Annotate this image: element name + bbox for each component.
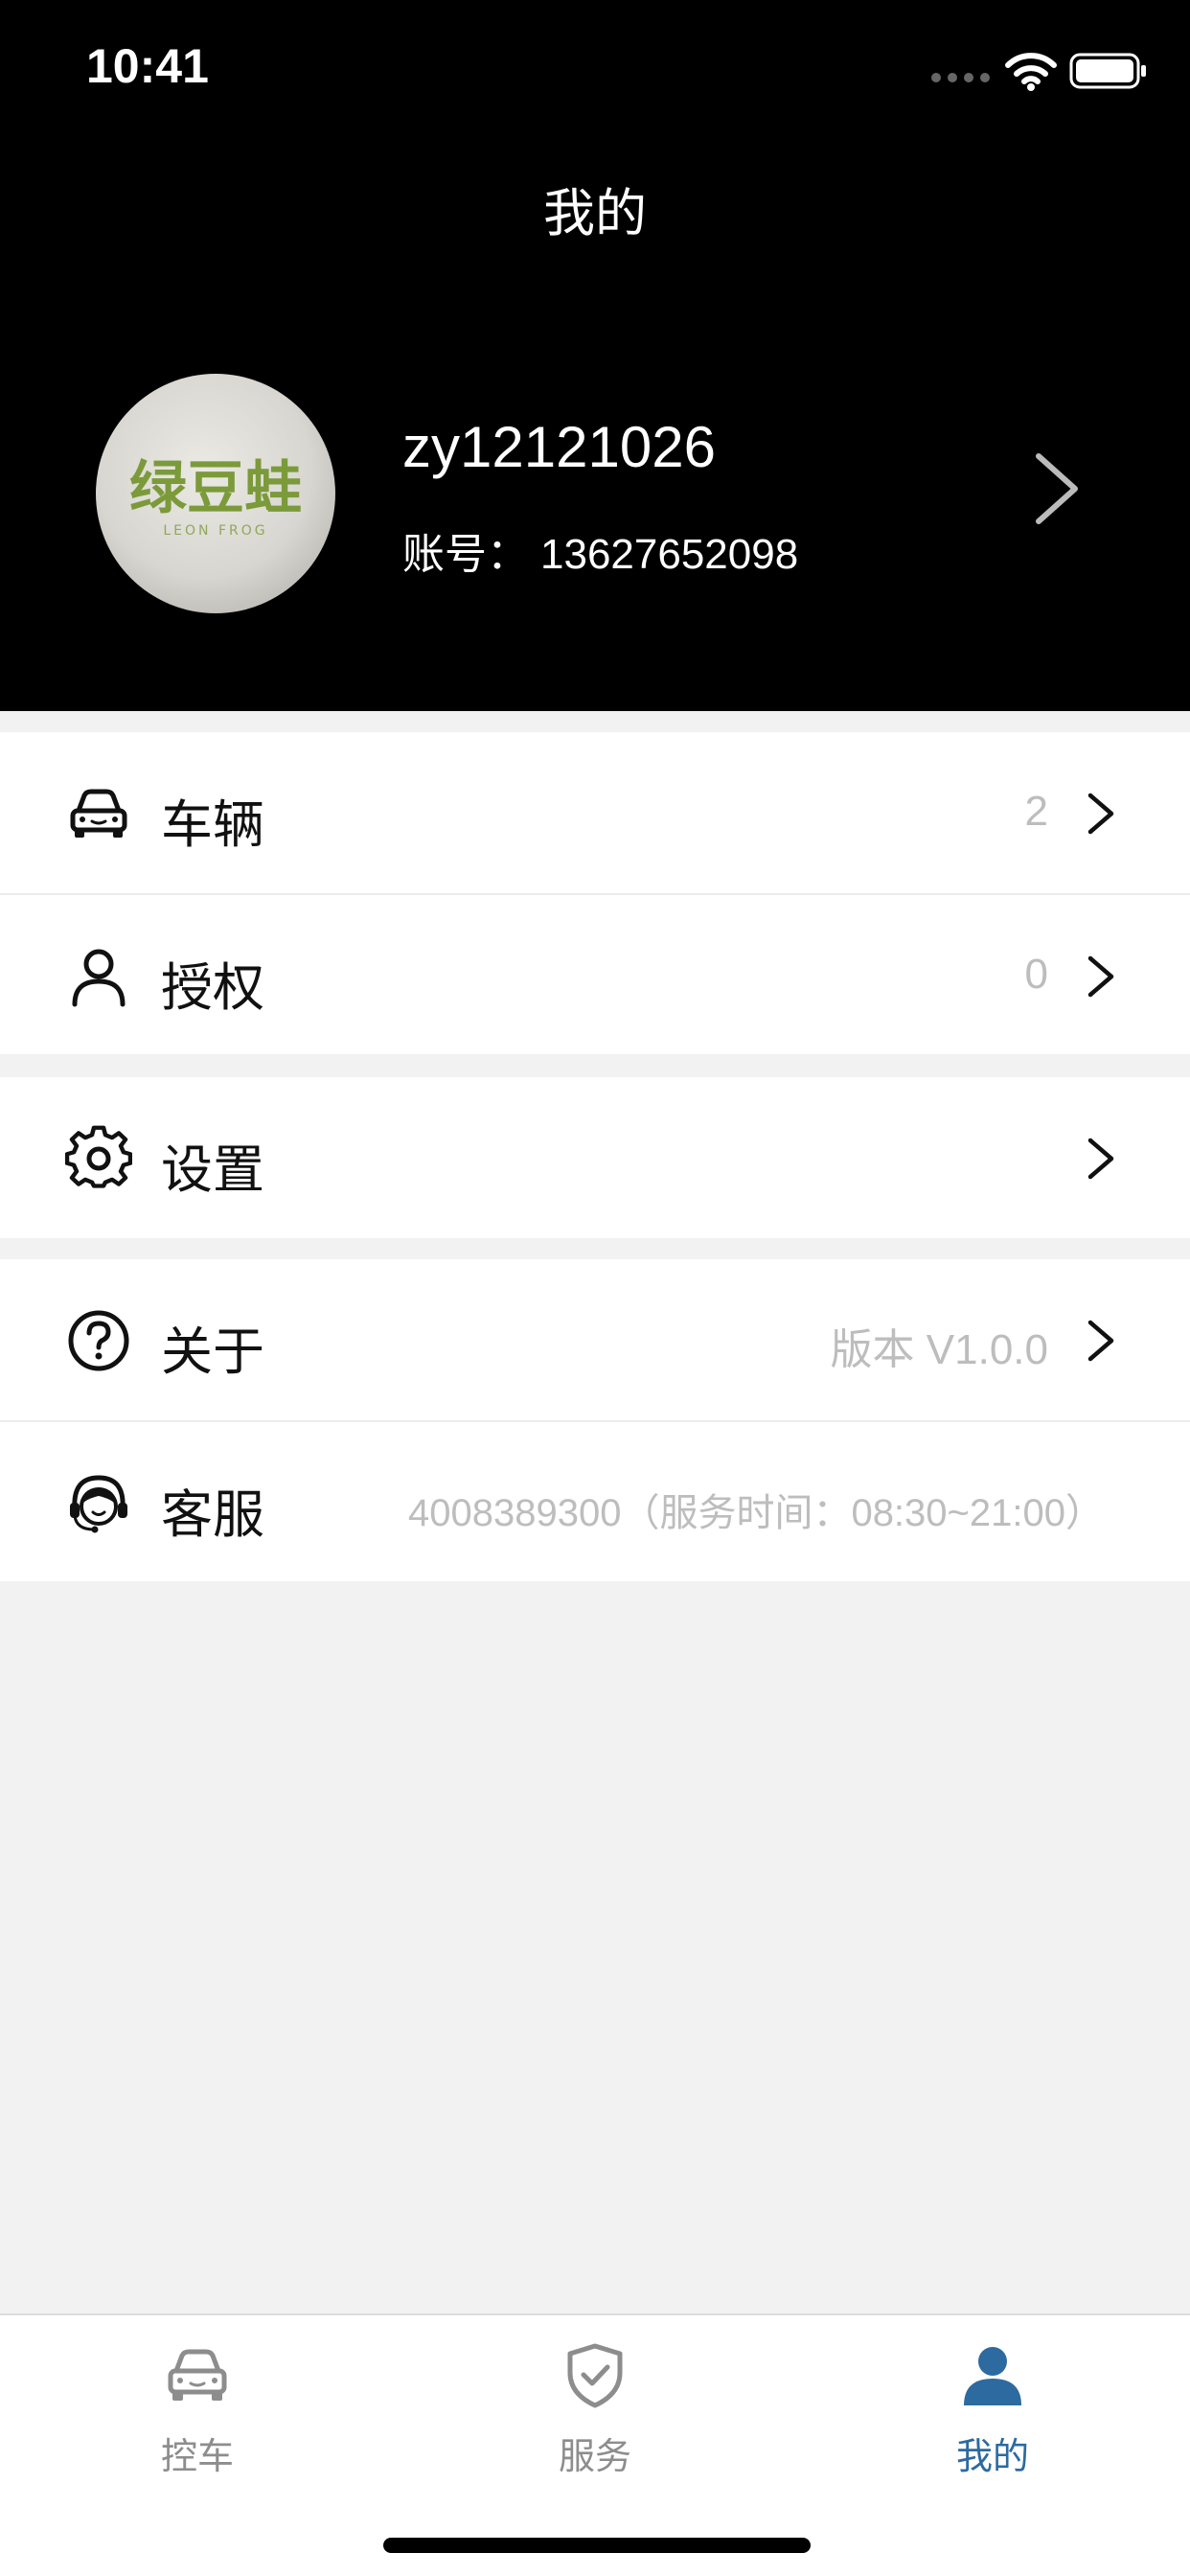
tab-control-car[interactable]: 控车: [82, 2340, 312, 2484]
account-label: 账号：: [402, 531, 529, 578]
person-icon: [964, 2347, 1021, 2405]
wifi-icon: [1005, 53, 1057, 91]
menu-label-settings: 设置: [161, 1139, 264, 1200]
tab-label-control-car: 控车: [160, 2435, 234, 2477]
vehicle-count: 2: [1024, 788, 1048, 835]
account-value: 13627652098: [540, 531, 799, 578]
service-hotline[interactable]: 4008389300（服务时间：08:30~21:00）: [408, 1482, 1104, 1537]
account-number: 账号： 13627652098: [402, 519, 798, 581]
tab-mine[interactable]: 我的: [878, 2340, 1108, 2484]
authorization-count: 0: [1024, 951, 1048, 998]
chevron-right-icon: [1087, 793, 1114, 835]
menu-item-settings[interactable]: 设置: [0, 1077, 1190, 1238]
shield-check-icon: [567, 2343, 623, 2408]
status-bar: 10:41: [0, 0, 1190, 134]
chevron-right-icon: [1087, 1138, 1114, 1180]
tab-bar: 控车 服务 我的: [0, 2313, 1190, 2576]
status-time: 10:41: [86, 39, 209, 93]
cellular-dots-icon: [931, 73, 991, 84]
page-title: 我的: [543, 183, 647, 243]
chevron-right-icon: [1087, 1320, 1114, 1362]
profile-card[interactable]: 绿豆蛙 LEON FROG zy12121026 账号： 13627652098: [0, 364, 1190, 623]
question-circle-icon: [68, 1310, 129, 1371]
car-icon: [168, 2349, 227, 2401]
avatar-logo-icon: 绿豆蛙 LEON FROG: [129, 455, 302, 539]
headset-icon: [70, 1475, 127, 1533]
menu-item-customer-service[interactable]: 客服 4008389300（服务时间：08:30~21:00）: [0, 1420, 1190, 1581]
svg-text:绿豆蛙: 绿豆蛙: [129, 455, 302, 522]
menu-label-authorization: 授权: [161, 957, 264, 1018]
battery-icon: [1069, 53, 1146, 89]
gear-icon: [65, 1125, 132, 1188]
menu-item-authorization[interactable]: 授权 0: [0, 893, 1190, 1054]
menu-item-vehicles[interactable]: 车辆 2: [0, 732, 1190, 893]
car-icon: [70, 789, 127, 838]
avatar[interactable]: 绿豆蛙 LEON FROG: [96, 374, 335, 613]
username: zy12121026: [402, 415, 716, 479]
menu-group-vehicles: 车辆 2 授权 0: [0, 732, 1190, 1054]
app-version: 版本 V1.0.0: [830, 1326, 1048, 1373]
menu-label-vehicles: 车辆: [161, 794, 264, 855]
chevron-right-icon[interactable]: [1033, 452, 1081, 525]
menu-label-about: 关于: [161, 1322, 264, 1382]
tab-service[interactable]: 服务: [480, 2340, 710, 2484]
menu-label-customer-service: 客服: [161, 1484, 264, 1545]
menu-group-settings: 设置: [0, 1077, 1190, 1238]
user-icon: [72, 949, 126, 1007]
tab-label-service: 服务: [558, 2435, 631, 2477]
menu-group-about: 关于 版本 V1.0.0 客服 4008389300（服务时间：08:30~21…: [0, 1259, 1190, 1581]
svg-text:LEON FROG: LEON FROG: [163, 523, 267, 539]
home-indicator: [383, 2538, 811, 2553]
chevron-right-icon: [1087, 955, 1114, 998]
screen: 10:41 我的 绿豆蛙 LEON FROG zy12121026 账号： 13…: [0, 0, 1190, 2576]
tab-label-mine: 我的: [955, 2435, 1029, 2477]
header: 10:41 我的 绿豆蛙 LEON FROG zy12121026 账号： 13…: [0, 0, 1190, 711]
menu-item-about[interactable]: 关于 版本 V1.0.0: [0, 1259, 1190, 1420]
